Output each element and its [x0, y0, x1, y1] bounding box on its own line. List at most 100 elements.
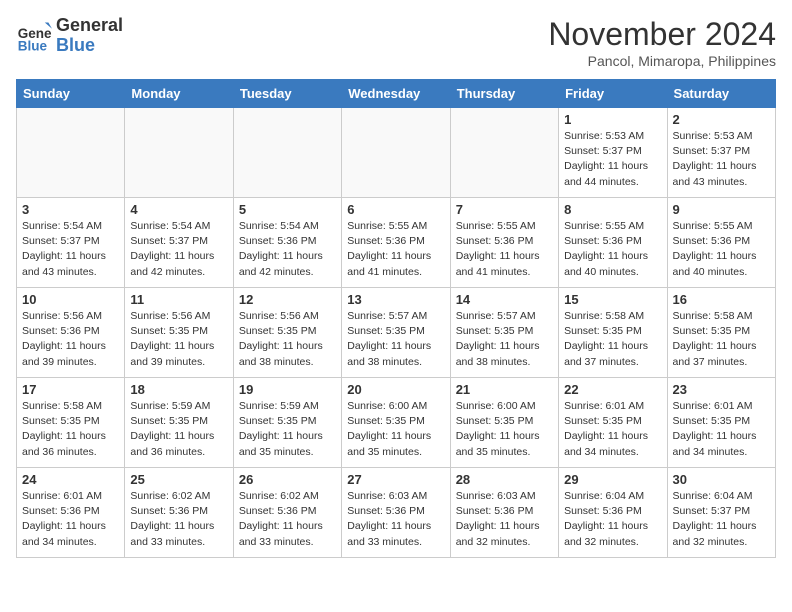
calendar-cell: 19Sunrise: 5:59 AM Sunset: 5:35 PM Dayli…: [233, 378, 341, 468]
calendar-cell: [233, 108, 341, 198]
day-number: 18: [130, 382, 227, 397]
calendar-cell: 9 Sunrise: 5:55 AM Sunset: 5:36 PM Daylig…: [667, 198, 775, 288]
day-number: 15: [564, 292, 661, 307]
location: Pancol, Mimaropa, Philippines: [548, 53, 776, 69]
month-title: November 2024: [548, 16, 776, 53]
day-info: Sunrise: 5:56 AM Sunset: 5:35 PM Dayligh…: [130, 309, 227, 370]
day-number: 27: [347, 472, 444, 487]
day-info: Sunrise: 6:01 AM Sunset: 5:35 PM Dayligh…: [564, 399, 661, 460]
calendar-cell: 28 Sunrise: 6:03 AM Sunset: 5:36 PM Dayli…: [450, 468, 558, 558]
calendar-cell: [125, 108, 233, 198]
calendar-cell: 11 Sunrise: 5:56 AM Sunset: 5:35 PM Dayli…: [125, 288, 233, 378]
weekday-header: Tuesday: [233, 80, 341, 108]
day-number: 29: [564, 472, 661, 487]
day-number: 23: [673, 382, 770, 397]
weekday-header: Saturday: [667, 80, 775, 108]
day-number: 20: [347, 382, 444, 397]
calendar-cell: 2 Sunrise: 5:53 AM Sunset: 5:37 PM Daylig…: [667, 108, 775, 198]
day-number: 28: [456, 472, 553, 487]
calendar-week-row: 24 Sunrise: 6:01 AM Sunset: 5:36 PM Dayli…: [17, 468, 776, 558]
calendar-cell: [342, 108, 450, 198]
day-number: 24: [22, 472, 119, 487]
day-number: 8: [564, 202, 661, 217]
day-number: 5: [239, 202, 336, 217]
calendar-cell: 16 Sunrise: 5:58 AM Sunset: 5:35 PM Dayli…: [667, 288, 775, 378]
calendar-cell: 14 Sunrise: 5:57 AM Sunset: 5:35 PM Dayli…: [450, 288, 558, 378]
day-info: Sunrise: 5:53 AM Sunset: 5:37 PM Dayligh…: [673, 129, 770, 190]
day-number: 2: [673, 112, 770, 127]
day-number: 21: [456, 382, 553, 397]
calendar-cell: 27 Sunrise: 6:03 AM Sunset: 5:36 PM Dayli…: [342, 468, 450, 558]
calendar-cell: 12 Sunrise: 5:56 AM Sunset: 5:35 PM Dayli…: [233, 288, 341, 378]
day-info: Sunrise: 6:01 AM Sunset: 5:36 PM Dayligh…: [22, 489, 119, 550]
calendar-cell: 3Sunrise: 5:54 AM Sunset: 5:37 PM Daylig…: [17, 198, 125, 288]
calendar-cell: 29 Sunrise: 6:04 AM Sunset: 5:36 PM Dayli…: [559, 468, 667, 558]
calendar-cell: 6 Sunrise: 5:55 AM Sunset: 5:36 PM Daylig…: [342, 198, 450, 288]
logo-text: General Blue: [56, 16, 123, 56]
day-info: Sunrise: 5:57 AM Sunset: 5:35 PM Dayligh…: [347, 309, 444, 370]
calendar-cell: 26Sunrise: 6:02 AM Sunset: 5:36 PM Dayli…: [233, 468, 341, 558]
calendar-cell: 4 Sunrise: 5:54 AM Sunset: 5:37 PM Daylig…: [125, 198, 233, 288]
day-info: Sunrise: 6:03 AM Sunset: 5:36 PM Dayligh…: [456, 489, 553, 550]
calendar-header-row: SundayMondayTuesdayWednesdayThursdayFrid…: [17, 80, 776, 108]
calendar-cell: 18 Sunrise: 5:59 AM Sunset: 5:35 PM Dayli…: [125, 378, 233, 468]
day-info: Sunrise: 5:56 AM Sunset: 5:36 PM Dayligh…: [22, 309, 119, 370]
day-number: 17: [22, 382, 119, 397]
calendar-cell: 15Sunrise: 5:58 AM Sunset: 5:35 PM Dayli…: [559, 288, 667, 378]
calendar-cell: 5Sunrise: 5:54 AM Sunset: 5:36 PM Daylig…: [233, 198, 341, 288]
day-number: 26: [239, 472, 336, 487]
day-number: 6: [347, 202, 444, 217]
day-number: 12: [239, 292, 336, 307]
day-info: Sunrise: 5:57 AM Sunset: 5:35 PM Dayligh…: [456, 309, 553, 370]
calendar-cell: [17, 108, 125, 198]
day-info: Sunrise: 6:03 AM Sunset: 5:36 PM Dayligh…: [347, 489, 444, 550]
day-info: Sunrise: 5:55 AM Sunset: 5:36 PM Dayligh…: [564, 219, 661, 280]
day-info: Sunrise: 5:55 AM Sunset: 5:36 PM Dayligh…: [347, 219, 444, 280]
day-info: Sunrise: 5:58 AM Sunset: 5:35 PM Dayligh…: [673, 309, 770, 370]
day-info: Sunrise: 5:54 AM Sunset: 5:37 PM Dayligh…: [130, 219, 227, 280]
day-number: 14: [456, 292, 553, 307]
weekday-header: Sunday: [17, 80, 125, 108]
logo: General Blue General Blue: [16, 16, 123, 56]
calendar-cell: 23 Sunrise: 6:01 AM Sunset: 5:35 PM Dayli…: [667, 378, 775, 468]
calendar-week-row: 1Sunrise: 5:53 AM Sunset: 5:37 PM Daylig…: [17, 108, 776, 198]
weekday-header: Monday: [125, 80, 233, 108]
day-number: 11: [130, 292, 227, 307]
weekday-header: Friday: [559, 80, 667, 108]
day-number: 16: [673, 292, 770, 307]
day-number: 13: [347, 292, 444, 307]
calendar-cell: 10Sunrise: 5:56 AM Sunset: 5:36 PM Dayli…: [17, 288, 125, 378]
day-info: Sunrise: 6:04 AM Sunset: 5:36 PM Dayligh…: [564, 489, 661, 550]
calendar-table: SundayMondayTuesdayWednesdayThursdayFrid…: [16, 79, 776, 558]
day-info: Sunrise: 6:01 AM Sunset: 5:35 PM Dayligh…: [673, 399, 770, 460]
calendar-cell: 17 Sunrise: 5:58 AM Sunset: 5:35 PM Dayli…: [17, 378, 125, 468]
day-number: 30: [673, 472, 770, 487]
calendar-cell: 30Sunrise: 6:04 AM Sunset: 5:37 PM Dayli…: [667, 468, 775, 558]
title-block: November 2024 Pancol, Mimaropa, Philippi…: [548, 16, 776, 69]
day-number: 7: [456, 202, 553, 217]
calendar-cell: 20 Sunrise: 6:00 AM Sunset: 5:35 PM Dayli…: [342, 378, 450, 468]
calendar-cell: 21Sunrise: 6:00 AM Sunset: 5:35 PM Dayli…: [450, 378, 558, 468]
day-number: 25: [130, 472, 227, 487]
calendar-cell: 7 Sunrise: 5:55 AM Sunset: 5:36 PM Daylig…: [450, 198, 558, 288]
day-info: Sunrise: 5:59 AM Sunset: 5:35 PM Dayligh…: [239, 399, 336, 460]
day-number: 4: [130, 202, 227, 217]
day-info: Sunrise: 6:00 AM Sunset: 5:35 PM Dayligh…: [347, 399, 444, 460]
calendar-cell: 13 Sunrise: 5:57 AM Sunset: 5:35 PM Dayli…: [342, 288, 450, 378]
day-info: Sunrise: 5:59 AM Sunset: 5:35 PM Dayligh…: [130, 399, 227, 460]
calendar-week-row: 3Sunrise: 5:54 AM Sunset: 5:37 PM Daylig…: [17, 198, 776, 288]
logo-icon: General Blue: [16, 18, 52, 54]
calendar-cell: 1Sunrise: 5:53 AM Sunset: 5:37 PM Daylig…: [559, 108, 667, 198]
logo-line1: General: [56, 16, 123, 36]
svg-text:Blue: Blue: [18, 38, 48, 53]
day-info: Sunrise: 5:53 AM Sunset: 5:37 PM Dayligh…: [564, 129, 661, 190]
day-info: Sunrise: 5:55 AM Sunset: 5:36 PM Dayligh…: [456, 219, 553, 280]
day-info: Sunrise: 5:56 AM Sunset: 5:35 PM Dayligh…: [239, 309, 336, 370]
page-header: General Blue General Blue November 2024 …: [16, 16, 776, 69]
day-info: Sunrise: 5:55 AM Sunset: 5:36 PM Dayligh…: [673, 219, 770, 280]
day-number: 9: [673, 202, 770, 217]
calendar-cell: 25Sunrise: 6:02 AM Sunset: 5:36 PM Dayli…: [125, 468, 233, 558]
calendar-cell: 24 Sunrise: 6:01 AM Sunset: 5:36 PM Dayli…: [17, 468, 125, 558]
calendar-cell: 22Sunrise: 6:01 AM Sunset: 5:35 PM Dayli…: [559, 378, 667, 468]
day-info: Sunrise: 5:58 AM Sunset: 5:35 PM Dayligh…: [22, 399, 119, 460]
